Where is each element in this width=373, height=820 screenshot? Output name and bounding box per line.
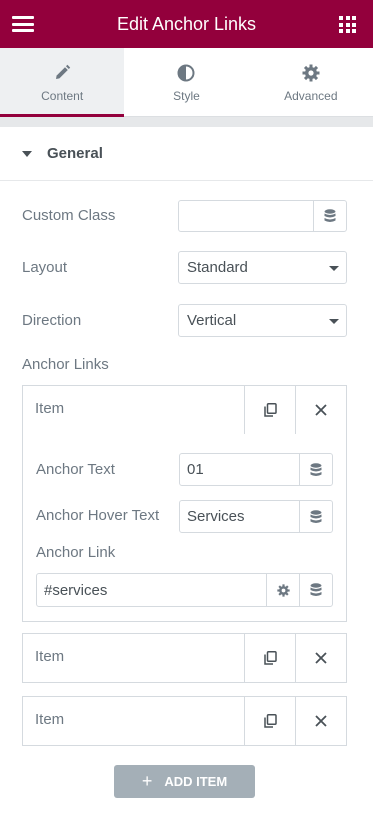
repeater-item-title[interactable]: Item [35, 648, 64, 665]
layout-label: Layout [22, 259, 68, 276]
chevron-down-icon [329, 266, 339, 271]
dynamic-tags-button[interactable] [313, 201, 346, 231]
tab-content[interactable]: Content [0, 48, 125, 117]
dynamic-tags-button[interactable] [299, 574, 332, 606]
copy-icon [263, 714, 277, 728]
direction-select[interactable]: Vertical [178, 304, 347, 337]
custom-class-input[interactable] [179, 201, 315, 231]
tab-advanced[interactable]: Advanced [248, 48, 373, 116]
remove-item-button[interactable] [295, 634, 346, 682]
editor-panel: Edit Anchor Links Content Style Advanced… [0, 0, 373, 820]
dynamic-tags-button[interactable] [299, 501, 332, 532]
database-icon [310, 509, 322, 523]
anchor-link-field [36, 573, 333, 607]
add-item-label: ADD ITEM [164, 774, 228, 789]
tab-style[interactable]: Style [124, 48, 249, 116]
controls-area: General Custom Class Layout Standard Dir… [0, 127, 373, 820]
gear-icon [276, 583, 290, 597]
database-icon [310, 583, 322, 596]
close-icon [315, 715, 327, 727]
grid-icon[interactable] [339, 16, 356, 33]
anchor-text-label: Anchor Text [36, 461, 115, 478]
tab-label: Style [173, 89, 200, 103]
custom-class-label: Custom Class [22, 207, 116, 224]
anchor-text-input[interactable] [180, 454, 300, 485]
layout-select[interactable]: Standard [178, 251, 347, 284]
repeater-item-title[interactable]: Item [35, 711, 64, 728]
anchor-hover-text-label: Anchor Hover Text [36, 507, 160, 524]
duplicate-button[interactable] [244, 697, 295, 745]
copy-icon [263, 651, 277, 665]
anchor-hover-text-field [179, 500, 333, 533]
custom-class-field [178, 200, 347, 232]
anchor-link-label: Anchor Link [36, 544, 116, 561]
add-item-button[interactable]: + ADD ITEM [114, 765, 255, 798]
direction-label: Direction [22, 312, 82, 329]
tab-label: Advanced [284, 89, 338, 103]
copy-icon [263, 403, 277, 417]
chevron-down-icon [329, 319, 339, 324]
close-icon [315, 404, 327, 416]
repeater-item: Item [22, 633, 347, 683]
panel-title: Edit Anchor Links [116, 14, 257, 34]
half-circle-icon [177, 64, 195, 82]
repeater-item: Item [22, 696, 347, 746]
plus-icon: + [141, 771, 153, 791]
duplicate-button[interactable] [244, 386, 295, 434]
anchor-links-label: Anchor Links [22, 356, 109, 373]
panel-header: Edit Anchor Links [0, 0, 373, 48]
panel-tabs: Content Style Advanced [0, 48, 373, 117]
direction-value: Vertical [187, 312, 237, 329]
repeater-item-body: Anchor Text Anchor Hover Text [22, 434, 347, 622]
remove-item-button[interactable] [295, 697, 346, 745]
anchor-link-input[interactable] [37, 574, 267, 606]
anchor-text-field [179, 453, 333, 486]
database-icon [310, 462, 322, 476]
repeater-item-title[interactable]: Item [35, 400, 64, 417]
gear-icon [302, 64, 320, 82]
close-icon [315, 652, 327, 664]
remove-item-button[interactable] [295, 386, 346, 434]
pencil-icon [56, 64, 71, 79]
anchor-hover-text-input[interactable] [180, 501, 300, 532]
tab-label: Content [41, 89, 84, 103]
section-title: General [47, 145, 103, 162]
repeater-item: Item [22, 385, 347, 435]
link-options-button[interactable] [266, 574, 299, 606]
duplicate-button[interactable] [244, 634, 295, 682]
database-icon [324, 209, 336, 222]
section-general-toggle[interactable]: General [0, 127, 373, 181]
layout-value: Standard [187, 259, 248, 276]
caret-down-icon [22, 151, 32, 157]
dynamic-tags-button[interactable] [299, 454, 332, 485]
